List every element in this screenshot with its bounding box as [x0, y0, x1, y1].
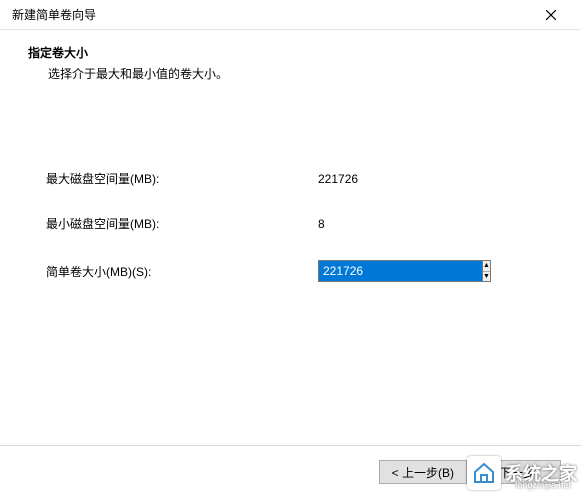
close-button[interactable] — [531, 1, 571, 29]
max-space-label: 最大磁盘空间量(MB): — [46, 170, 318, 187]
spin-down-button[interactable]: ▼ — [483, 272, 490, 282]
wizard-content: 最大磁盘空间量(MB): 221726 最小磁盘空间量(MB): 8 简单卷大小… — [0, 90, 581, 282]
spinner-buttons: ▲ ▼ — [482, 260, 491, 282]
wizard-header: 指定卷大小 选择介于最大和最小值的卷大小。 — [0, 30, 581, 90]
spin-up-button[interactable]: ▲ — [483, 261, 490, 272]
wizard-footer: < 上一步(B) 下一步 — [0, 445, 581, 484]
window-title: 新建简单卷向导 — [10, 6, 96, 23]
volume-size-input[interactable] — [318, 260, 482, 282]
min-space-value: 8 — [318, 217, 325, 231]
next-button[interactable]: 下一步 — [473, 460, 561, 484]
min-space-label: 最小磁盘空间量(MB): — [46, 215, 318, 232]
row-max-space: 最大磁盘空间量(MB): 221726 — [46, 170, 535, 187]
close-icon — [546, 10, 556, 20]
page-subtitle: 选择介于最大和最小值的卷大小。 — [28, 65, 553, 82]
page-title: 指定卷大小 — [28, 44, 553, 61]
volume-size-spinner: ▲ ▼ — [318, 260, 398, 282]
back-button[interactable]: < 上一步(B) — [379, 460, 467, 484]
row-volume-size: 简单卷大小(MB)(S): ▲ ▼ — [46, 260, 535, 282]
chevron-down-icon: ▼ — [483, 273, 490, 280]
row-min-space: 最小磁盘空间量(MB): 8 — [46, 215, 535, 232]
volume-size-label: 简单卷大小(MB)(S): — [46, 263, 318, 280]
titlebar: 新建简单卷向导 — [0, 0, 581, 30]
chevron-up-icon: ▲ — [483, 262, 490, 269]
max-space-value: 221726 — [318, 172, 358, 186]
